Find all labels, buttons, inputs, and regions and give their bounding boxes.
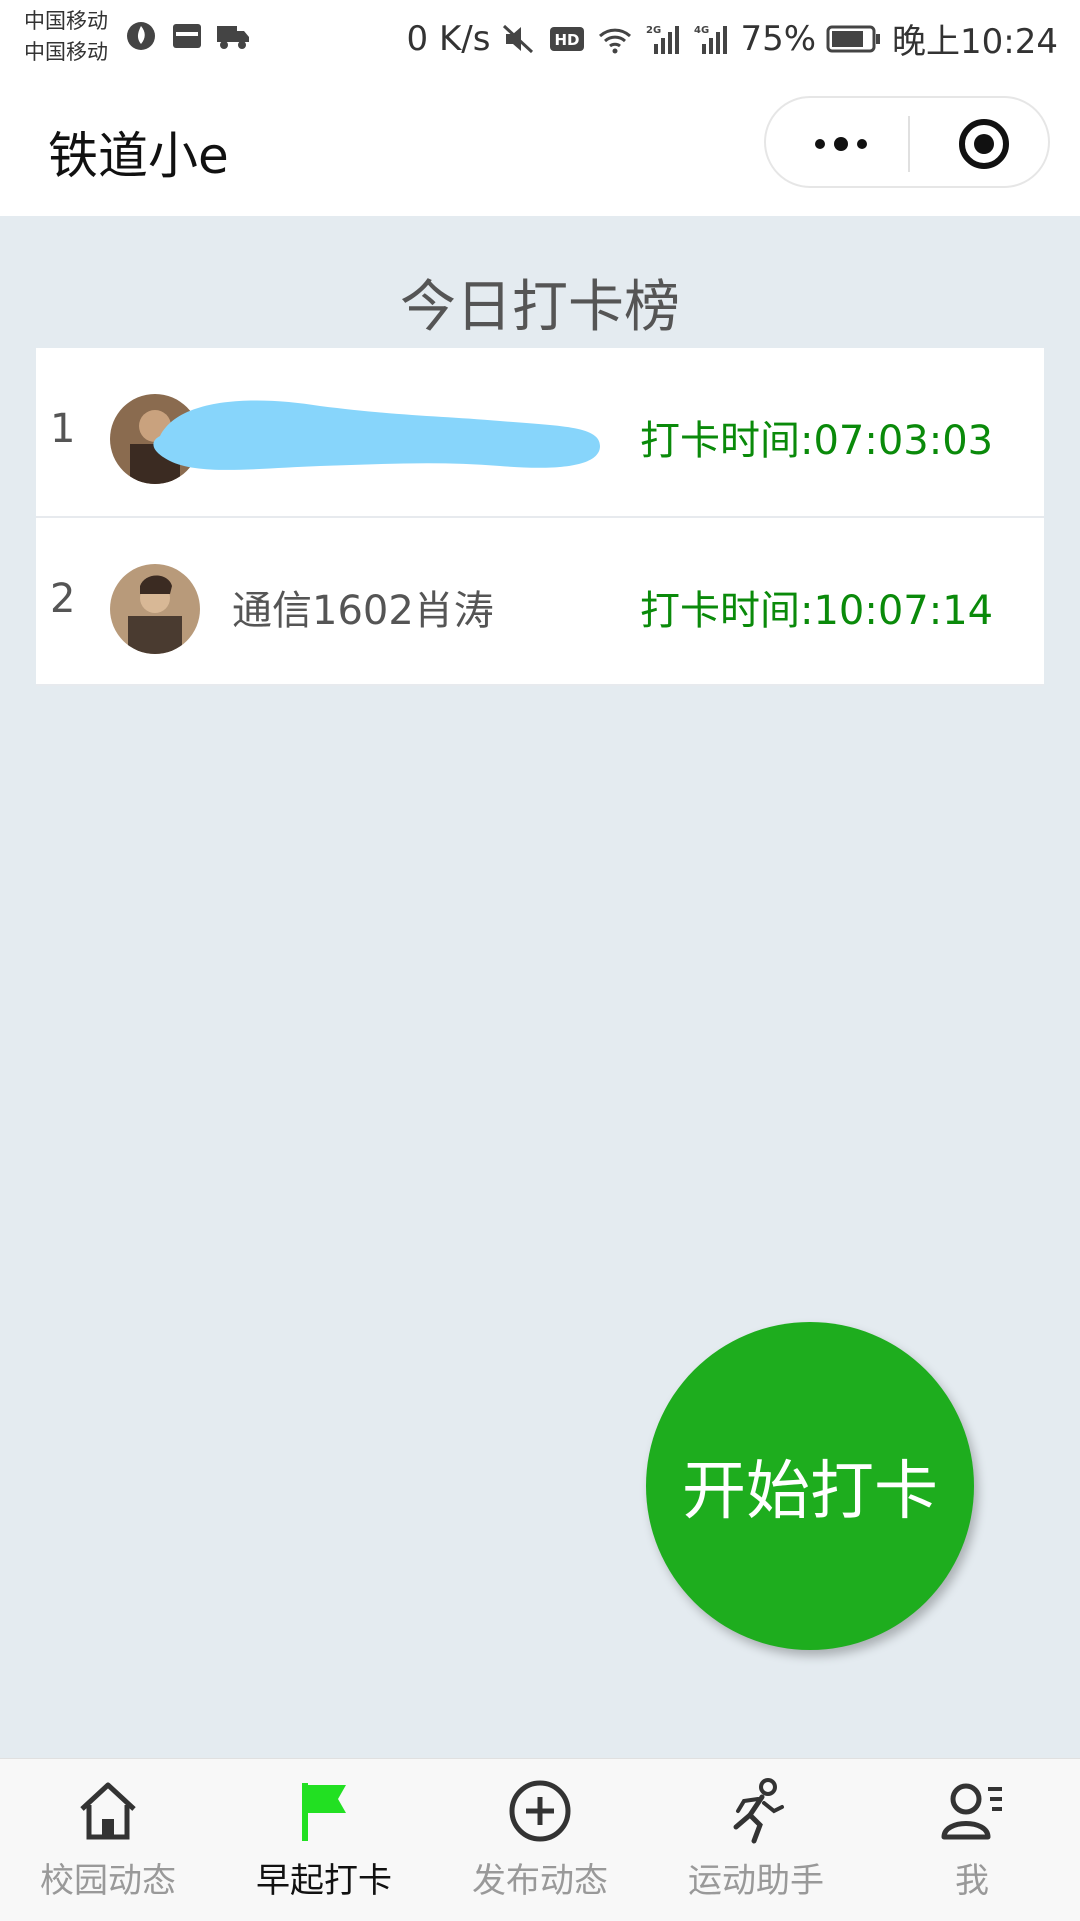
- truck-icon: [217, 26, 249, 49]
- checkin-time: 打卡时间:10:07:14: [640, 588, 994, 634]
- runner-icon: [733, 1778, 784, 1844]
- checkin-time: 打卡时间:07:03:03: [640, 418, 994, 464]
- board-title: 今日打卡榜: [400, 275, 680, 340]
- redaction-scribble: [153, 400, 600, 470]
- carrier-2: 中国移动: [24, 40, 108, 64]
- tab-label: 我: [955, 1861, 989, 1901]
- list-item[interactable]: 2 通信1602肖涛 打卡时间:10:07:14: [36, 518, 1044, 686]
- more-icon[interactable]: [806, 120, 876, 168]
- start-checkin-button[interactable]: 开始打卡: [646, 1322, 974, 1650]
- nav-bar: 铁道小e: [0, 78, 1080, 216]
- tab-label: 运动助手: [688, 1861, 824, 1901]
- svg-text:4G: 4G: [694, 25, 709, 36]
- flame-icon: [127, 22, 155, 50]
- list-item[interactable]: 1 打卡时间:07:03:03: [36, 348, 1044, 518]
- tab-sports-assistant[interactable]: 运动助手: [648, 1759, 864, 1921]
- calendar-icon: [173, 24, 201, 48]
- battery-percent: 75%: [740, 18, 817, 59]
- status-bar: 中国移动 中国移动 0 K/s HD 2G 4G 75% 晚上10:24: [0, 0, 1080, 78]
- tab-me[interactable]: 我: [864, 1759, 1080, 1921]
- tab-label: 校园动态: [40, 1861, 176, 1901]
- carrier-1: 中国移动: [24, 9, 108, 33]
- clock: 晚上10:24: [892, 22, 1058, 62]
- capsule-menu: [764, 96, 1050, 188]
- flag-icon: [302, 1783, 346, 1841]
- mute-icon: [503, 24, 534, 53]
- tab-label: 早起打卡: [256, 1861, 392, 1901]
- wifi-icon: [599, 28, 632, 53]
- battery-icon: [826, 25, 881, 52]
- svg-text:2G: 2G: [646, 25, 661, 36]
- tab-post-news[interactable]: 发布动态: [432, 1759, 648, 1921]
- hd-icon: HD: [550, 26, 585, 51]
- net-speed: 0 K/s: [406, 18, 491, 59]
- carrier-labels: 中国移动 中国移动: [24, 6, 108, 68]
- svg-text:HD: HD: [555, 31, 580, 49]
- tab-bar: 校园动态 早起打卡 发布动态 运动助手 我: [0, 1758, 1080, 1921]
- status-right: 0 K/s HD 2G 4G 75% 晚上10:24: [407, 14, 1058, 63]
- plus-circle-icon: [509, 1780, 571, 1842]
- avatar: [110, 564, 200, 654]
- rank-number: 2: [50, 576, 76, 622]
- capsule-divider: [908, 116, 910, 172]
- user-icon: [941, 1783, 1002, 1840]
- tab-early-checkin[interactable]: 早起打卡: [216, 1759, 432, 1921]
- rank-number: 1: [50, 406, 76, 452]
- tab-label: 发布动态: [472, 1861, 608, 1901]
- tab-campus-news[interactable]: 校园动态: [0, 1759, 216, 1921]
- home-icon: [80, 1782, 136, 1840]
- notification-icons: [124, 18, 250, 52]
- page-title: 铁道小e: [48, 127, 229, 185]
- signal-2g-icon: 2G: [646, 25, 680, 54]
- checkin-list: 1 打卡时间:07:03:03 2 通信1602肖涛 打卡时间:10:07:14: [36, 348, 1044, 686]
- target-icon[interactable]: [956, 116, 1012, 172]
- signal-4g-icon: 4G: [694, 25, 728, 54]
- user-name: 通信1602肖涛: [232, 588, 494, 634]
